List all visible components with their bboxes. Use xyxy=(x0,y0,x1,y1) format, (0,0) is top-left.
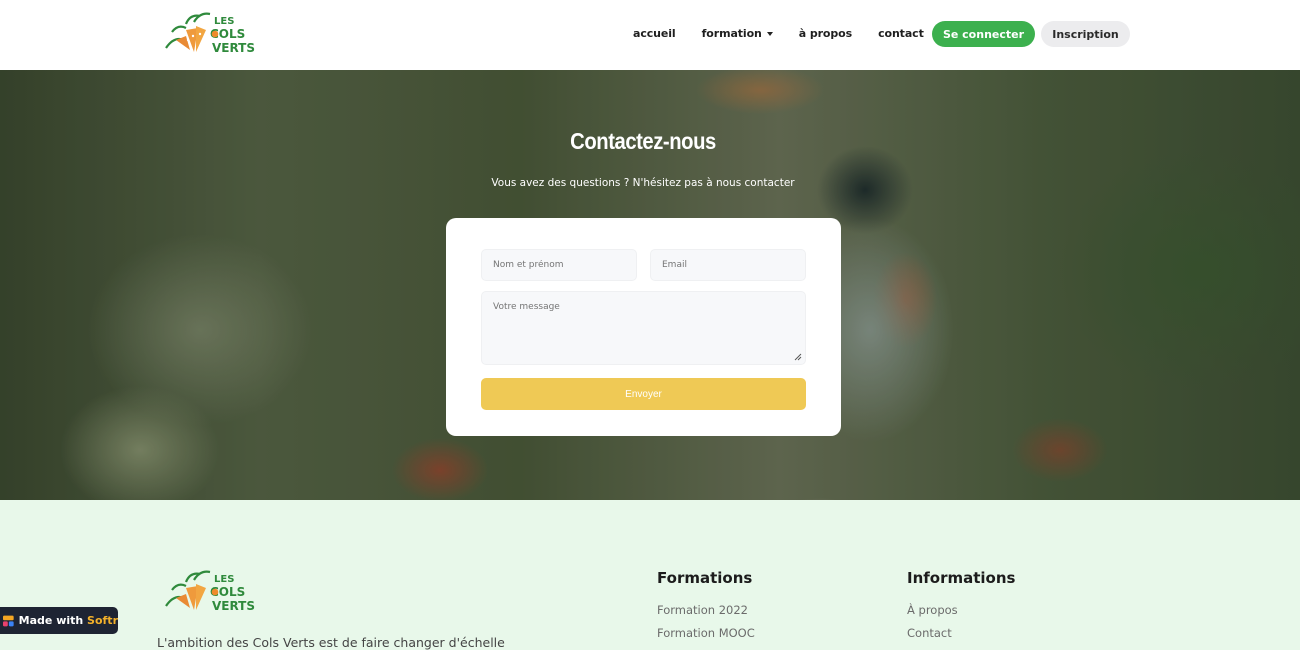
logo-tomato-icon xyxy=(211,588,219,596)
badge-label: Made with Softr xyxy=(18,614,118,627)
resize-handle-icon[interactable] xyxy=(794,353,802,361)
footer-link-formation-mooc[interactable]: Formation MOOC xyxy=(657,626,755,640)
contact-form: Envoyer xyxy=(446,218,841,436)
nav-link-accueil[interactable]: accueil xyxy=(633,27,676,40)
footer-link-formation-2022[interactable]: Formation 2022 xyxy=(657,603,748,617)
logo-carrots-icon xyxy=(176,584,206,610)
logo[interactable]: LES COLS VERTS xyxy=(160,10,258,56)
hero-subtitle: Vous avez des questions ? N'hésitez pas … xyxy=(491,177,795,189)
signup-button[interactable]: Inscription xyxy=(1041,21,1130,47)
footer-description: L'ambition des Cols Verts est de faire c… xyxy=(157,635,505,650)
footer-logo[interactable]: LES COLS VERTS xyxy=(160,568,258,614)
footer-heading-informations: Informations xyxy=(907,569,1016,587)
caret-down-icon xyxy=(766,31,773,36)
made-with-softr-badge[interactable]: Made with Softr xyxy=(0,607,118,634)
footer-link-contact[interactable]: Contact xyxy=(907,626,952,640)
nav-link-formation[interactable]: formation xyxy=(702,27,773,40)
svg-text:LES: LES xyxy=(214,16,234,27)
logo-tomato-icon xyxy=(211,30,219,38)
footer-heading-formations: Formations xyxy=(657,569,753,587)
footer: LES COLS VERTS L'ambition des Cols Verts… xyxy=(0,500,1300,650)
message-textarea[interactable] xyxy=(481,291,806,365)
main-nav: accueil formation à propos contact xyxy=(620,0,937,66)
nav-link-contact[interactable]: contact xyxy=(878,27,924,40)
name-input[interactable] xyxy=(481,249,637,281)
nav-link-formation-label: formation xyxy=(701,26,762,40)
badge-brand: Softr xyxy=(87,614,118,627)
svg-text:VERTS: VERTS xyxy=(212,599,255,613)
hero-section: Contactez-nous Vous avez des questions ?… xyxy=(0,70,1300,500)
nav-link-a-propos[interactable]: à propos xyxy=(799,27,852,40)
softr-logo-icon xyxy=(3,615,14,626)
footer-link-a-propos[interactable]: À propos xyxy=(907,603,958,617)
email-input[interactable] xyxy=(650,249,806,281)
send-button[interactable]: Envoyer xyxy=(481,378,806,410)
page-title: Contactez-nous xyxy=(570,128,716,154)
logo-carrots-icon xyxy=(176,26,206,52)
svg-text:LES: LES xyxy=(214,574,234,585)
login-button[interactable]: Se connecter xyxy=(932,21,1035,47)
svg-text:VERTS: VERTS xyxy=(212,41,255,55)
navbar: LES COLS VERTS accueil formation à propo… xyxy=(0,0,1300,70)
